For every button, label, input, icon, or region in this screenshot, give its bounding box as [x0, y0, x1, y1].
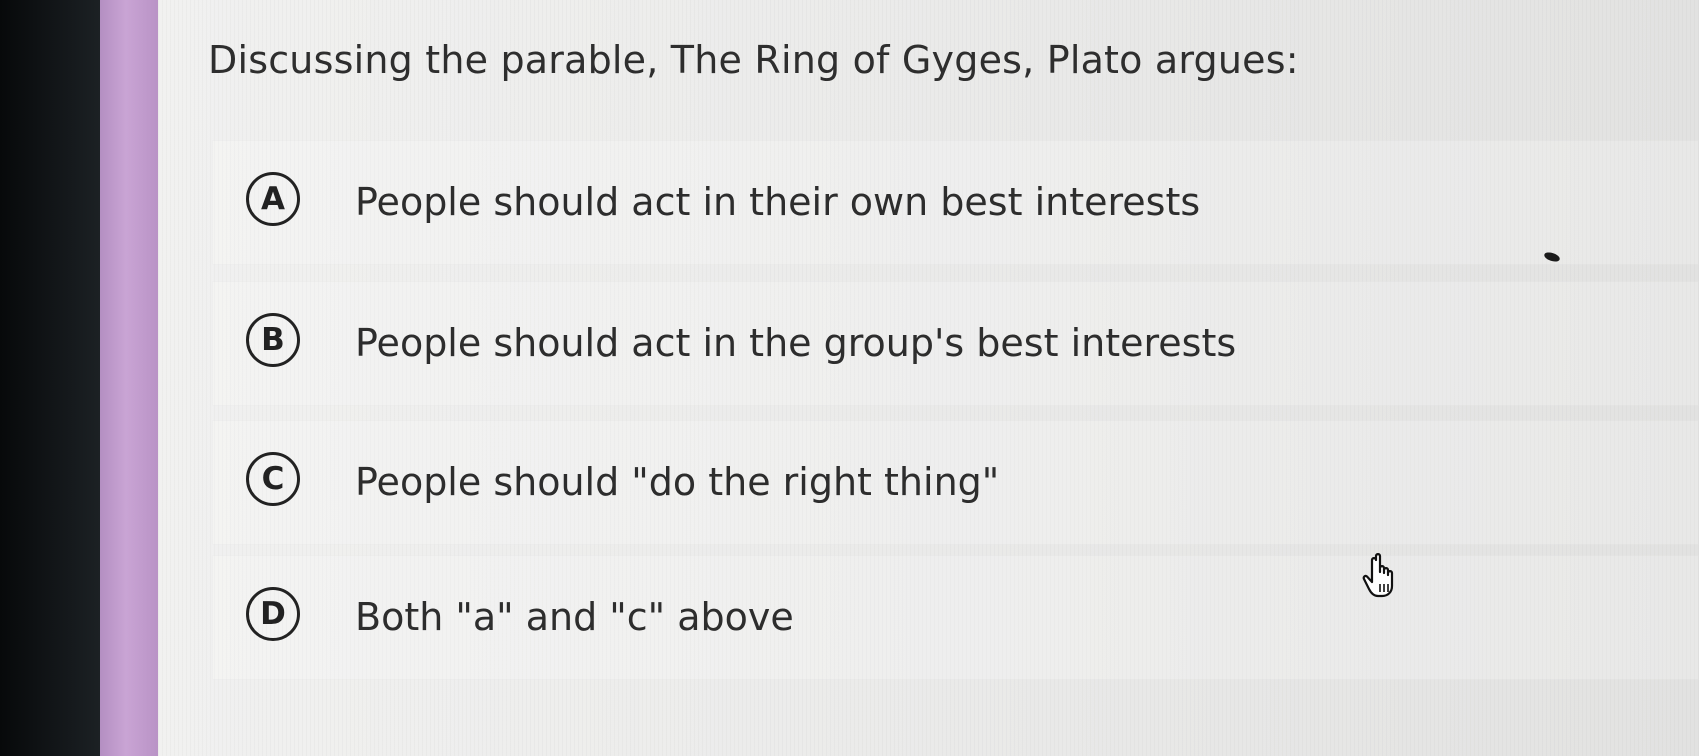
answer-option-b[interactable]: B People should act in the group's best … [212, 281, 1699, 406]
option-text-c: People should "do the right thing" [355, 460, 1000, 504]
option-letter-badge-b: B [246, 313, 300, 367]
option-text-a: People should act in their own best inte… [355, 180, 1201, 224]
answer-option-d[interactable]: D Both "a" and "c" above [212, 555, 1699, 680]
answer-option-a[interactable]: A People should act in their own best in… [212, 140, 1699, 265]
option-letter-badge-c: C [246, 452, 300, 506]
option-text-d: Both "a" and "c" above [355, 595, 794, 639]
screen-bezel [0, 0, 100, 756]
option-letter-badge-a: A [246, 172, 300, 226]
answer-option-c[interactable]: C People should "do the right thing" [212, 420, 1699, 545]
option-letter-badge-d: D [246, 587, 300, 641]
option-text-b: People should act in the group's best in… [355, 321, 1237, 365]
left-accent-bar [100, 0, 158, 756]
question-text: Discussing the parable, The Ring of Gyge… [208, 38, 1299, 82]
hand-pointer-icon [1362, 552, 1406, 602]
